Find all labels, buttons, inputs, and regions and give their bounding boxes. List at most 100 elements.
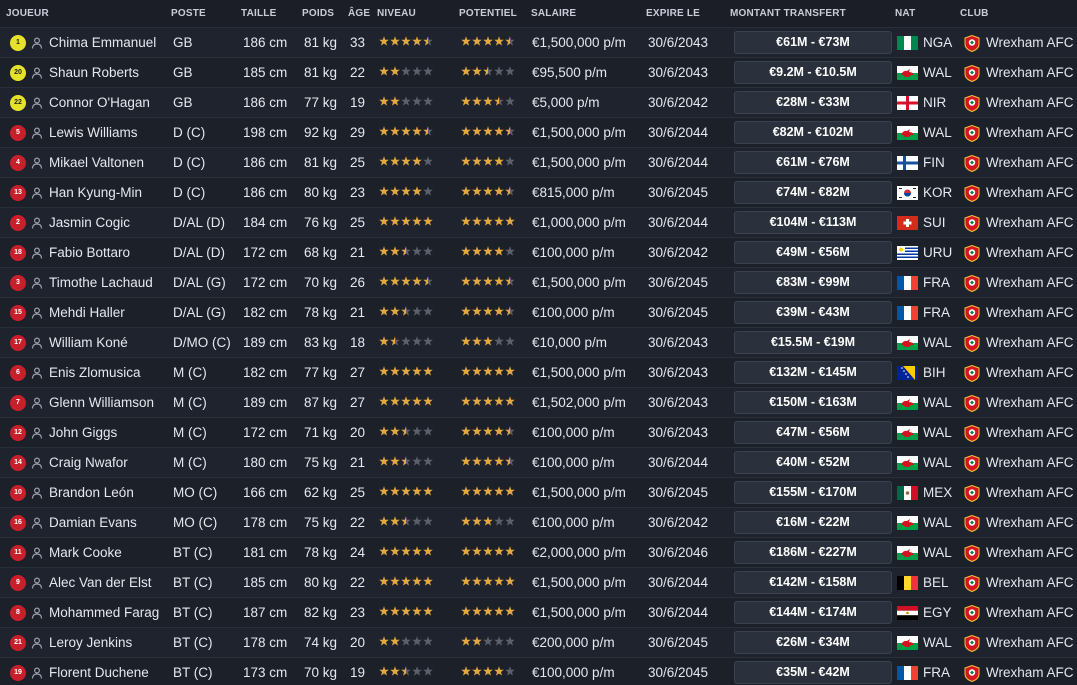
club-name[interactable]: Wrexham AFC xyxy=(986,448,1074,478)
player-name[interactable]: Jasmin Cogic xyxy=(49,208,130,238)
table-row[interactable]: 14 Craig Nwafor M (C) 180 cm 75 kg 21 €100,000… xyxy=(0,448,1077,478)
table-row[interactable]: 6 Enis Zlomusica M (C) 182 cm 77 kg 27 €1,500,… xyxy=(0,358,1077,388)
table-row[interactable]: 16 Damian Evans MO (C) 178 cm 75 kg 22 €100,00… xyxy=(0,508,1077,538)
table-row[interactable]: 12 John Giggs M (C) 172 cm 71 kg 20 €100,000 p… xyxy=(0,418,1077,448)
player-profile-icon[interactable] xyxy=(31,427,43,439)
table-row[interactable]: 19 Florent Duchene BT (C) 173 cm 70 kg 19 €100… xyxy=(0,658,1077,685)
transfer-value-box[interactable]: €104M - €113M xyxy=(734,211,892,234)
player-profile-icon[interactable] xyxy=(31,97,43,109)
player-name[interactable]: Mikael Valtonen xyxy=(49,148,144,178)
table-row[interactable]: 10 Brandon León MO (C) 166 cm 62 kg 25 €1,500,… xyxy=(0,478,1077,508)
player-profile-icon[interactable] xyxy=(31,337,43,349)
player-profile-icon[interactable] xyxy=(31,607,43,619)
transfer-value-box[interactable]: €15.5M - €19M xyxy=(734,331,892,354)
table-row[interactable]: 9 Alec Van der Elst BT (C) 185 cm 80 kg 22 €1,… xyxy=(0,568,1077,598)
transfer-value-box[interactable]: €26M - €34M xyxy=(734,631,892,654)
club-name[interactable]: Wrexham AFC xyxy=(986,178,1074,208)
club-name[interactable]: Wrexham AFC xyxy=(986,238,1074,268)
header-ability[interactable]: NIVEAU xyxy=(377,8,416,19)
header-club[interactable]: CLUB xyxy=(960,8,989,19)
header-player[interactable]: JOUEUR xyxy=(6,8,49,19)
header-weight[interactable]: POIDS xyxy=(302,8,334,19)
header-salary[interactable]: SALAIRE xyxy=(531,8,576,19)
player-profile-icon[interactable] xyxy=(31,247,43,259)
player-name[interactable]: Alec Van der Elst xyxy=(49,568,152,598)
player-name[interactable]: Shaun Roberts xyxy=(49,58,139,88)
player-name[interactable]: John Giggs xyxy=(49,418,117,448)
player-name[interactable]: Damian Evans xyxy=(49,508,137,538)
table-row[interactable]: 5 Lewis Williams D (C) 198 cm 92 kg 29 €1,500,… xyxy=(0,118,1077,148)
player-profile-icon[interactable] xyxy=(31,577,43,589)
player-name[interactable]: Craig Nwafor xyxy=(49,448,128,478)
club-name[interactable]: Wrexham AFC xyxy=(986,298,1074,328)
transfer-value-box[interactable]: €150M - €163M xyxy=(734,391,892,414)
player-profile-icon[interactable] xyxy=(31,547,43,559)
header-transfer-value[interactable]: MONTANT TRANSFERT xyxy=(730,8,846,19)
club-name[interactable]: Wrexham AFC xyxy=(986,208,1074,238)
player-profile-icon[interactable] xyxy=(31,457,43,469)
table-row[interactable]: 8 Mohammed Farag BT (C) 187 cm 82 kg 23 €1,500… xyxy=(0,598,1077,628)
header-nationality[interactable]: NAT xyxy=(895,8,915,19)
transfer-value-box[interactable]: €74M - €82M xyxy=(734,181,892,204)
player-name[interactable]: Lewis Williams xyxy=(49,118,138,148)
transfer-value-box[interactable]: €16M - €22M xyxy=(734,511,892,534)
club-name[interactable]: Wrexham AFC xyxy=(986,478,1074,508)
player-name[interactable]: Mark Cooke xyxy=(49,538,122,568)
player-profile-icon[interactable] xyxy=(31,67,43,79)
player-profile-icon[interactable] xyxy=(31,127,43,139)
player-name[interactable]: Chima Emmanuel xyxy=(49,28,156,58)
player-profile-icon[interactable] xyxy=(31,517,43,529)
club-name[interactable]: Wrexham AFC xyxy=(986,658,1074,685)
player-name[interactable]: Timothe Lachaud xyxy=(49,268,153,298)
transfer-value-box[interactable]: €83M - €99M xyxy=(734,271,892,294)
player-name[interactable]: Enis Zlomusica xyxy=(49,358,141,388)
table-row[interactable]: 17 William Koné D/MO (C) 189 cm 83 kg 18 €10,0… xyxy=(0,328,1077,358)
player-profile-icon[interactable] xyxy=(31,367,43,379)
table-row[interactable]: 11 Mark Cooke BT (C) 181 cm 78 kg 24 €2,000,00… xyxy=(0,538,1077,568)
table-row[interactable]: 1 Chima Emmanuel GB 186 cm 81 kg 33 €1,500,000… xyxy=(0,28,1077,58)
header-age[interactable]: ÂGE xyxy=(348,8,370,19)
player-profile-icon[interactable] xyxy=(31,637,43,649)
player-name[interactable]: Brandon León xyxy=(49,478,134,508)
player-profile-icon[interactable] xyxy=(31,397,43,409)
club-name[interactable]: Wrexham AFC xyxy=(986,388,1074,418)
club-name[interactable]: Wrexham AFC xyxy=(986,538,1074,568)
header-position[interactable]: POSTE xyxy=(171,8,206,19)
club-name[interactable]: Wrexham AFC xyxy=(986,148,1074,178)
table-row[interactable]: 20 Shaun Roberts GB 185 cm 81 kg 22 €95,500 p/… xyxy=(0,58,1077,88)
transfer-value-box[interactable]: €35M - €42M xyxy=(734,661,892,684)
transfer-value-box[interactable]: €186M - €227M xyxy=(734,541,892,564)
player-name[interactable]: Fabio Bottaro xyxy=(49,238,130,268)
club-name[interactable]: Wrexham AFC xyxy=(986,328,1074,358)
player-name[interactable]: Leroy Jenkins xyxy=(49,628,132,658)
table-row[interactable]: 4 Mikael Valtonen D (C) 186 cm 81 kg 25 €1,500… xyxy=(0,148,1077,178)
player-profile-icon[interactable] xyxy=(31,487,43,499)
transfer-value-box[interactable]: €61M - €76M xyxy=(734,151,892,174)
transfer-value-box[interactable]: €155M - €170M xyxy=(734,481,892,504)
club-name[interactable]: Wrexham AFC xyxy=(986,358,1074,388)
club-name[interactable]: Wrexham AFC xyxy=(986,418,1074,448)
player-name[interactable]: William Koné xyxy=(49,328,128,358)
table-row[interactable]: 15 Mehdi Haller D/AL (G) 182 cm 78 kg 21 €100,… xyxy=(0,298,1077,328)
player-profile-icon[interactable] xyxy=(31,277,43,289)
player-name[interactable]: Connor O'Hagan xyxy=(49,88,150,118)
transfer-value-box[interactable]: €49M - €56M xyxy=(734,241,892,264)
player-profile-icon[interactable] xyxy=(31,667,43,679)
transfer-value-box[interactable]: €9.2M - €10.5M xyxy=(734,61,892,84)
player-name[interactable]: Mohammed Farag xyxy=(49,598,159,628)
transfer-value-box[interactable]: €40M - €52M xyxy=(734,451,892,474)
transfer-value-box[interactable]: €142M - €158M xyxy=(734,571,892,594)
transfer-value-box[interactable]: €144M - €174M xyxy=(734,601,892,624)
club-name[interactable]: Wrexham AFC xyxy=(986,28,1074,58)
player-name[interactable]: Han Kyung-Min xyxy=(49,178,142,208)
player-profile-icon[interactable] xyxy=(31,217,43,229)
club-name[interactable]: Wrexham AFC xyxy=(986,628,1074,658)
table-row[interactable]: 13 Han Kyung-Min D (C) 186 cm 80 kg 23 €815,00… xyxy=(0,178,1077,208)
table-row[interactable]: 21 Leroy Jenkins BT (C) 178 cm 74 kg 20 €200,0… xyxy=(0,628,1077,658)
transfer-value-box[interactable]: €47M - €56M xyxy=(734,421,892,444)
transfer-value-box[interactable]: €61M - €73M xyxy=(734,31,892,54)
header-height[interactable]: TAILLE xyxy=(241,8,276,19)
table-row[interactable]: 3 Timothe Lachaud D/AL (G) 172 cm 70 kg 26 €1,… xyxy=(0,268,1077,298)
header-expires[interactable]: EXPIRE LE xyxy=(646,8,700,19)
club-name[interactable]: Wrexham AFC xyxy=(986,118,1074,148)
